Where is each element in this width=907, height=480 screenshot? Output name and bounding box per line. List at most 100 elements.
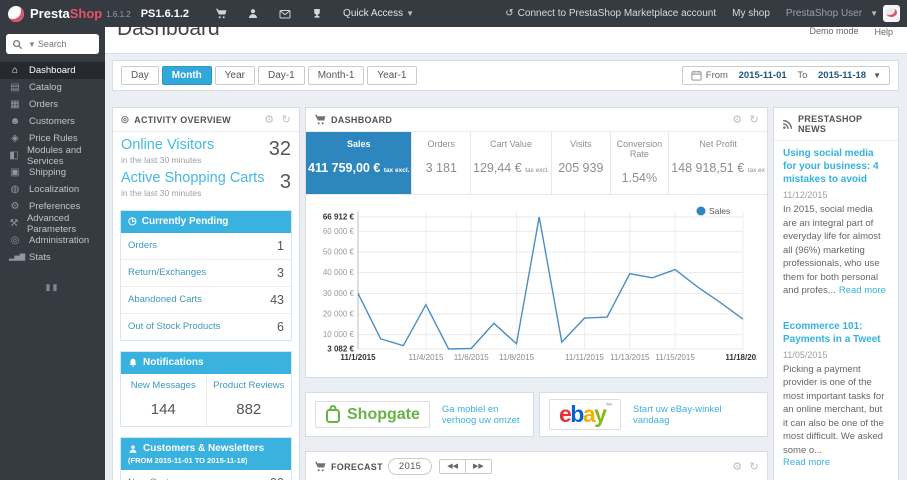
svg-text:11/8/2015: 11/8/2015 xyxy=(499,353,535,362)
abandoned-carts-link[interactable]: Abandoned Carts xyxy=(128,294,202,305)
demo-mode-label: Demo mode xyxy=(809,26,859,36)
chevron-down-icon: ▼ xyxy=(870,9,878,18)
date-range-picker[interactable]: From 2015-11-01 To 2015-11-18 ▼ xyxy=(681,66,890,85)
trophy-icon[interactable] xyxy=(311,8,323,19)
active-carts-value: 3 xyxy=(279,170,291,193)
sidebar-item-catalog[interactable]: ▤ Catalog xyxy=(0,79,105,96)
price-rules-icon: ◈ xyxy=(11,132,19,144)
pending-returns-link[interactable]: Return/Exchanges xyxy=(128,267,206,278)
shop-icon xyxy=(314,461,326,472)
gear-icon[interactable]: ⚙ xyxy=(732,114,742,125)
online-visitors-value: 32 xyxy=(268,138,291,160)
shopgate-logo: Shopgate xyxy=(315,401,430,428)
range-year-1-button[interactable]: Year-1 xyxy=(367,66,417,85)
read-more-link[interactable]: Read more xyxy=(839,285,886,296)
help-label: Help xyxy=(874,27,893,37)
kpi-orders[interactable]: Orders 3 181 xyxy=(412,132,472,194)
kpi-conversion-rate[interactable]: Conversion Rate 1.54% xyxy=(611,132,670,194)
sidebar-item-customers[interactable]: ☻ Customers xyxy=(0,113,105,130)
rss-icon xyxy=(782,119,793,130)
sidebar-search[interactable]: ▼ xyxy=(6,34,99,54)
forecast-year-pill[interactable]: 2015 xyxy=(387,458,433,475)
sidebar-collapse-button[interactable]: ▮▮ xyxy=(0,282,105,293)
list-item: Return/Exchanges 3 xyxy=(121,260,291,287)
range-month-1-button[interactable]: Month-1 xyxy=(307,66,365,85)
connect-icon: ↺ xyxy=(505,8,514,19)
refresh-icon[interactable]: ↻ xyxy=(281,114,291,125)
quick-access-menu[interactable]: Quick Access ▼ xyxy=(343,8,414,19)
find-more-news-link[interactable]: Find more news xyxy=(774,476,898,480)
kpi-row: Sales 411 759,00 € tax excl. Orders 3 18… xyxy=(306,132,767,195)
prestashop-logo-icon xyxy=(8,5,24,22)
sidebar-item-administration[interactable]: ◎ Administration xyxy=(0,232,105,249)
orders-icon: ▦ xyxy=(10,98,20,110)
shopgate-bag-icon xyxy=(325,405,341,424)
sidebar-item-orders[interactable]: ▦ Orders xyxy=(0,96,105,113)
svg-text:11/4/2015: 11/4/2015 xyxy=(408,353,444,362)
gear-icon[interactable]: ⚙ xyxy=(264,114,274,125)
kpi-visits[interactable]: Visits 205 939 xyxy=(552,132,611,194)
product-reviews-link[interactable]: Product Reviews 882 xyxy=(205,373,292,426)
news-article: Using social media for your business: 4 … xyxy=(774,141,898,306)
list-item: Out of Stock Products 6 xyxy=(128,319,284,334)
search-input[interactable] xyxy=(37,39,90,49)
forecast-next-button[interactable]: ▶▶ xyxy=(465,459,492,474)
bell-icon xyxy=(128,357,138,368)
news-article-body: Picking a payment provider is one of the… xyxy=(783,363,885,456)
new-messages-link[interactable]: New Messages 144 xyxy=(121,374,206,426)
gear-icon[interactable]: ⚙ xyxy=(732,461,742,472)
active-carts-link[interactable]: Active Shopping Carts xyxy=(121,170,264,187)
sidebar-item-shipping[interactable]: ▣ Shipping xyxy=(0,164,105,181)
shopgate-link[interactable]: Ga mobiel en verhoog uw omzet xyxy=(442,404,524,426)
user-menu[interactable]: PrestaShop User ▼ xyxy=(786,5,900,22)
customers-icon[interactable] xyxy=(247,8,259,19)
activity-overview-panel: ◎ ACTIVITY OVERVIEW ⚙ ↻ Online Visitors i… xyxy=(112,107,300,480)
out-of-stock-link[interactable]: Out of Stock Products xyxy=(128,321,220,332)
sidebar-item-stats[interactable]: ▂▅▇ Stats xyxy=(0,249,105,266)
sidebar-item-dashboard[interactable]: ⌂ Dashboard xyxy=(0,62,105,79)
news-article-date: 11/12/2015 xyxy=(783,190,828,200)
forecast-prev-button[interactable]: ◀◀ xyxy=(439,459,467,474)
kpi-sales[interactable]: Sales 411 759,00 € tax excl. xyxy=(306,132,413,194)
top-bar: PrestaShop 1.6.1.2 PS1.6.1.2 Quick Acces… xyxy=(0,0,907,27)
shopgate-promo: Shopgate Ga mobiel en verhoog uw omzet xyxy=(305,392,534,437)
search-scope-caret-icon[interactable]: ▼ xyxy=(28,40,36,49)
refresh-icon[interactable]: ↻ xyxy=(749,461,759,472)
ebay-link[interactable]: Start uw eBay-winkel vandaag xyxy=(633,404,758,426)
kpi-net-profit[interactable]: Net Profit 148 918,51 € tax ex xyxy=(669,132,767,194)
calendar-icon xyxy=(691,70,702,81)
refresh-icon[interactable]: ↻ xyxy=(749,114,759,125)
range-day-1-button[interactable]: Day-1 xyxy=(258,66,305,85)
range-month-button[interactable]: Month xyxy=(161,66,212,85)
user-icon xyxy=(128,444,138,454)
news-article: Ecommerce 101: Payments in a Tweet 11/05… xyxy=(774,314,898,477)
news-article-title-link[interactable]: Ecommerce 101: Payments in a Tweet xyxy=(783,320,889,346)
cart-icon[interactable] xyxy=(215,8,227,19)
sidebar-item-advanced-parameters[interactable]: ⚒ Advanced Parameters xyxy=(0,213,105,235)
pending-orders-link[interactable]: Orders xyxy=(128,240,157,251)
topbar-right: ↺ Connect to PrestaShop Marketplace accou… xyxy=(505,5,907,22)
sales-line-chart: 11/1/2015 11/4/2015 11/6/2015 11/8/2015 11/1… xyxy=(323,206,757,362)
svg-text:11/15/2015: 11/15/2015 xyxy=(655,353,695,362)
sidebar-item-localization[interactable]: ◍ Localization xyxy=(0,181,105,198)
read-more-link[interactable]: Read more xyxy=(783,457,889,468)
customers-newsletters-section: Customers & Newsletters (FROM 2015-11-01… xyxy=(120,436,292,480)
my-shop-link[interactable]: My shop xyxy=(732,8,770,19)
range-day-button[interactable]: Day xyxy=(121,66,159,85)
sidebar-item-modules[interactable]: ◧ Modules and Services xyxy=(0,145,105,167)
range-year-button[interactable]: Year xyxy=(214,66,256,85)
brand-name: PrestaShop xyxy=(30,6,103,21)
shop-version-label: PS1.6.1.2 xyxy=(140,7,190,20)
ebay-promo: ebay™ Start uw eBay-winkel vandaag xyxy=(539,392,768,437)
kpi-cart-value[interactable]: Cart Value 129,44 € tax excl. xyxy=(471,132,553,194)
dashboard-panel-title: DASHBOARD xyxy=(331,114,393,125)
online-visitors-link[interactable]: Online Visitors xyxy=(121,137,214,154)
marketplace-connect-link[interactable]: ↺ Connect to PrestaShop Marketplace accou… xyxy=(505,8,716,19)
messages-icon[interactable] xyxy=(279,9,291,19)
svg-text:11/13/2015: 11/13/2015 xyxy=(610,353,650,362)
sidebar: ▼ ⌂Dashboard ▤Catalog ▦Orders ☻Customers… xyxy=(0,27,105,480)
forecast-panel: FORECAST 2015 ◀◀ ▶▶ ⚙↻ Traffic Conversio… xyxy=(305,451,768,480)
svg-text:Sales: Sales xyxy=(709,206,730,216)
svg-text:66 912 €: 66 912 € xyxy=(323,213,355,222)
news-article-title-link[interactable]: Using social media for your business: 4 … xyxy=(783,147,889,186)
